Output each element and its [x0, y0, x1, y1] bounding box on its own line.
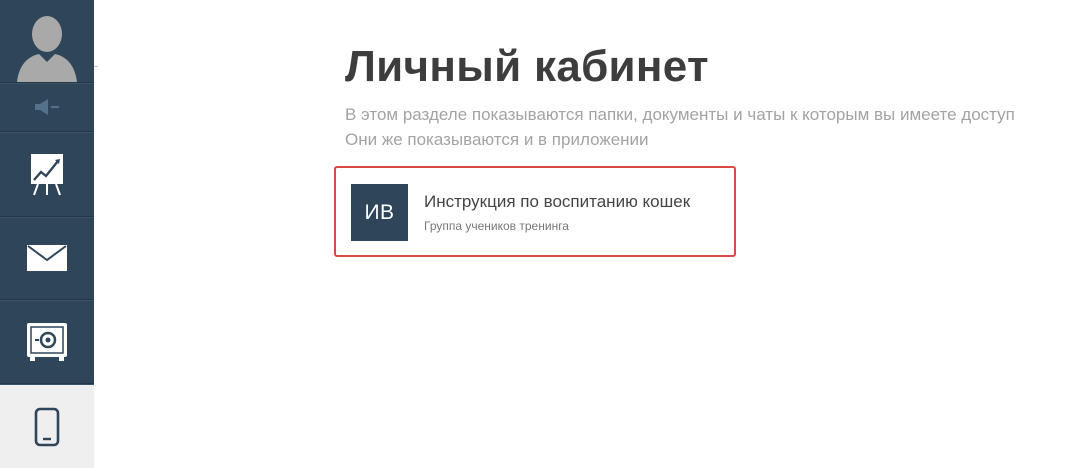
sidebar-item-messages[interactable] [0, 218, 94, 298]
speaker-icon [35, 99, 59, 115]
group-card[interactable]: ИВ Инструкция по воспитанию кошек Группа… [334, 166, 736, 257]
envelope-icon [27, 245, 67, 271]
group-avatar: ИВ [351, 184, 408, 241]
sidebar-item-analytics[interactable] [0, 133, 94, 215]
sidebar-item-profile[interactable] [0, 0, 94, 82]
app-window: Личный кабинет В этом разделе показывают… [0, 0, 1070, 468]
group-title[interactable]: Инструкция по воспитанию кошек [424, 192, 690, 212]
sidebar-item-safe[interactable] [0, 301, 94, 383]
smartphone-icon [34, 407, 60, 446]
sidebar [0, 0, 94, 468]
safe-icon [27, 323, 67, 361]
presentation-chart-icon [31, 154, 63, 196]
user-avatar-icon [17, 16, 77, 82]
sidebar-item-mobile[interactable] [0, 385, 94, 468]
group-subtitle: Группа учеников тренинга [424, 219, 569, 233]
page-description: В этом разделе показываются папки, докум… [345, 105, 1015, 124]
page-title: Личный кабинет [345, 42, 709, 91]
sidebar-item-sound[interactable] [0, 84, 94, 130]
divider [94, 66, 98, 67]
page-description-secondary: Они же показываются и в приложении [345, 130, 649, 149]
